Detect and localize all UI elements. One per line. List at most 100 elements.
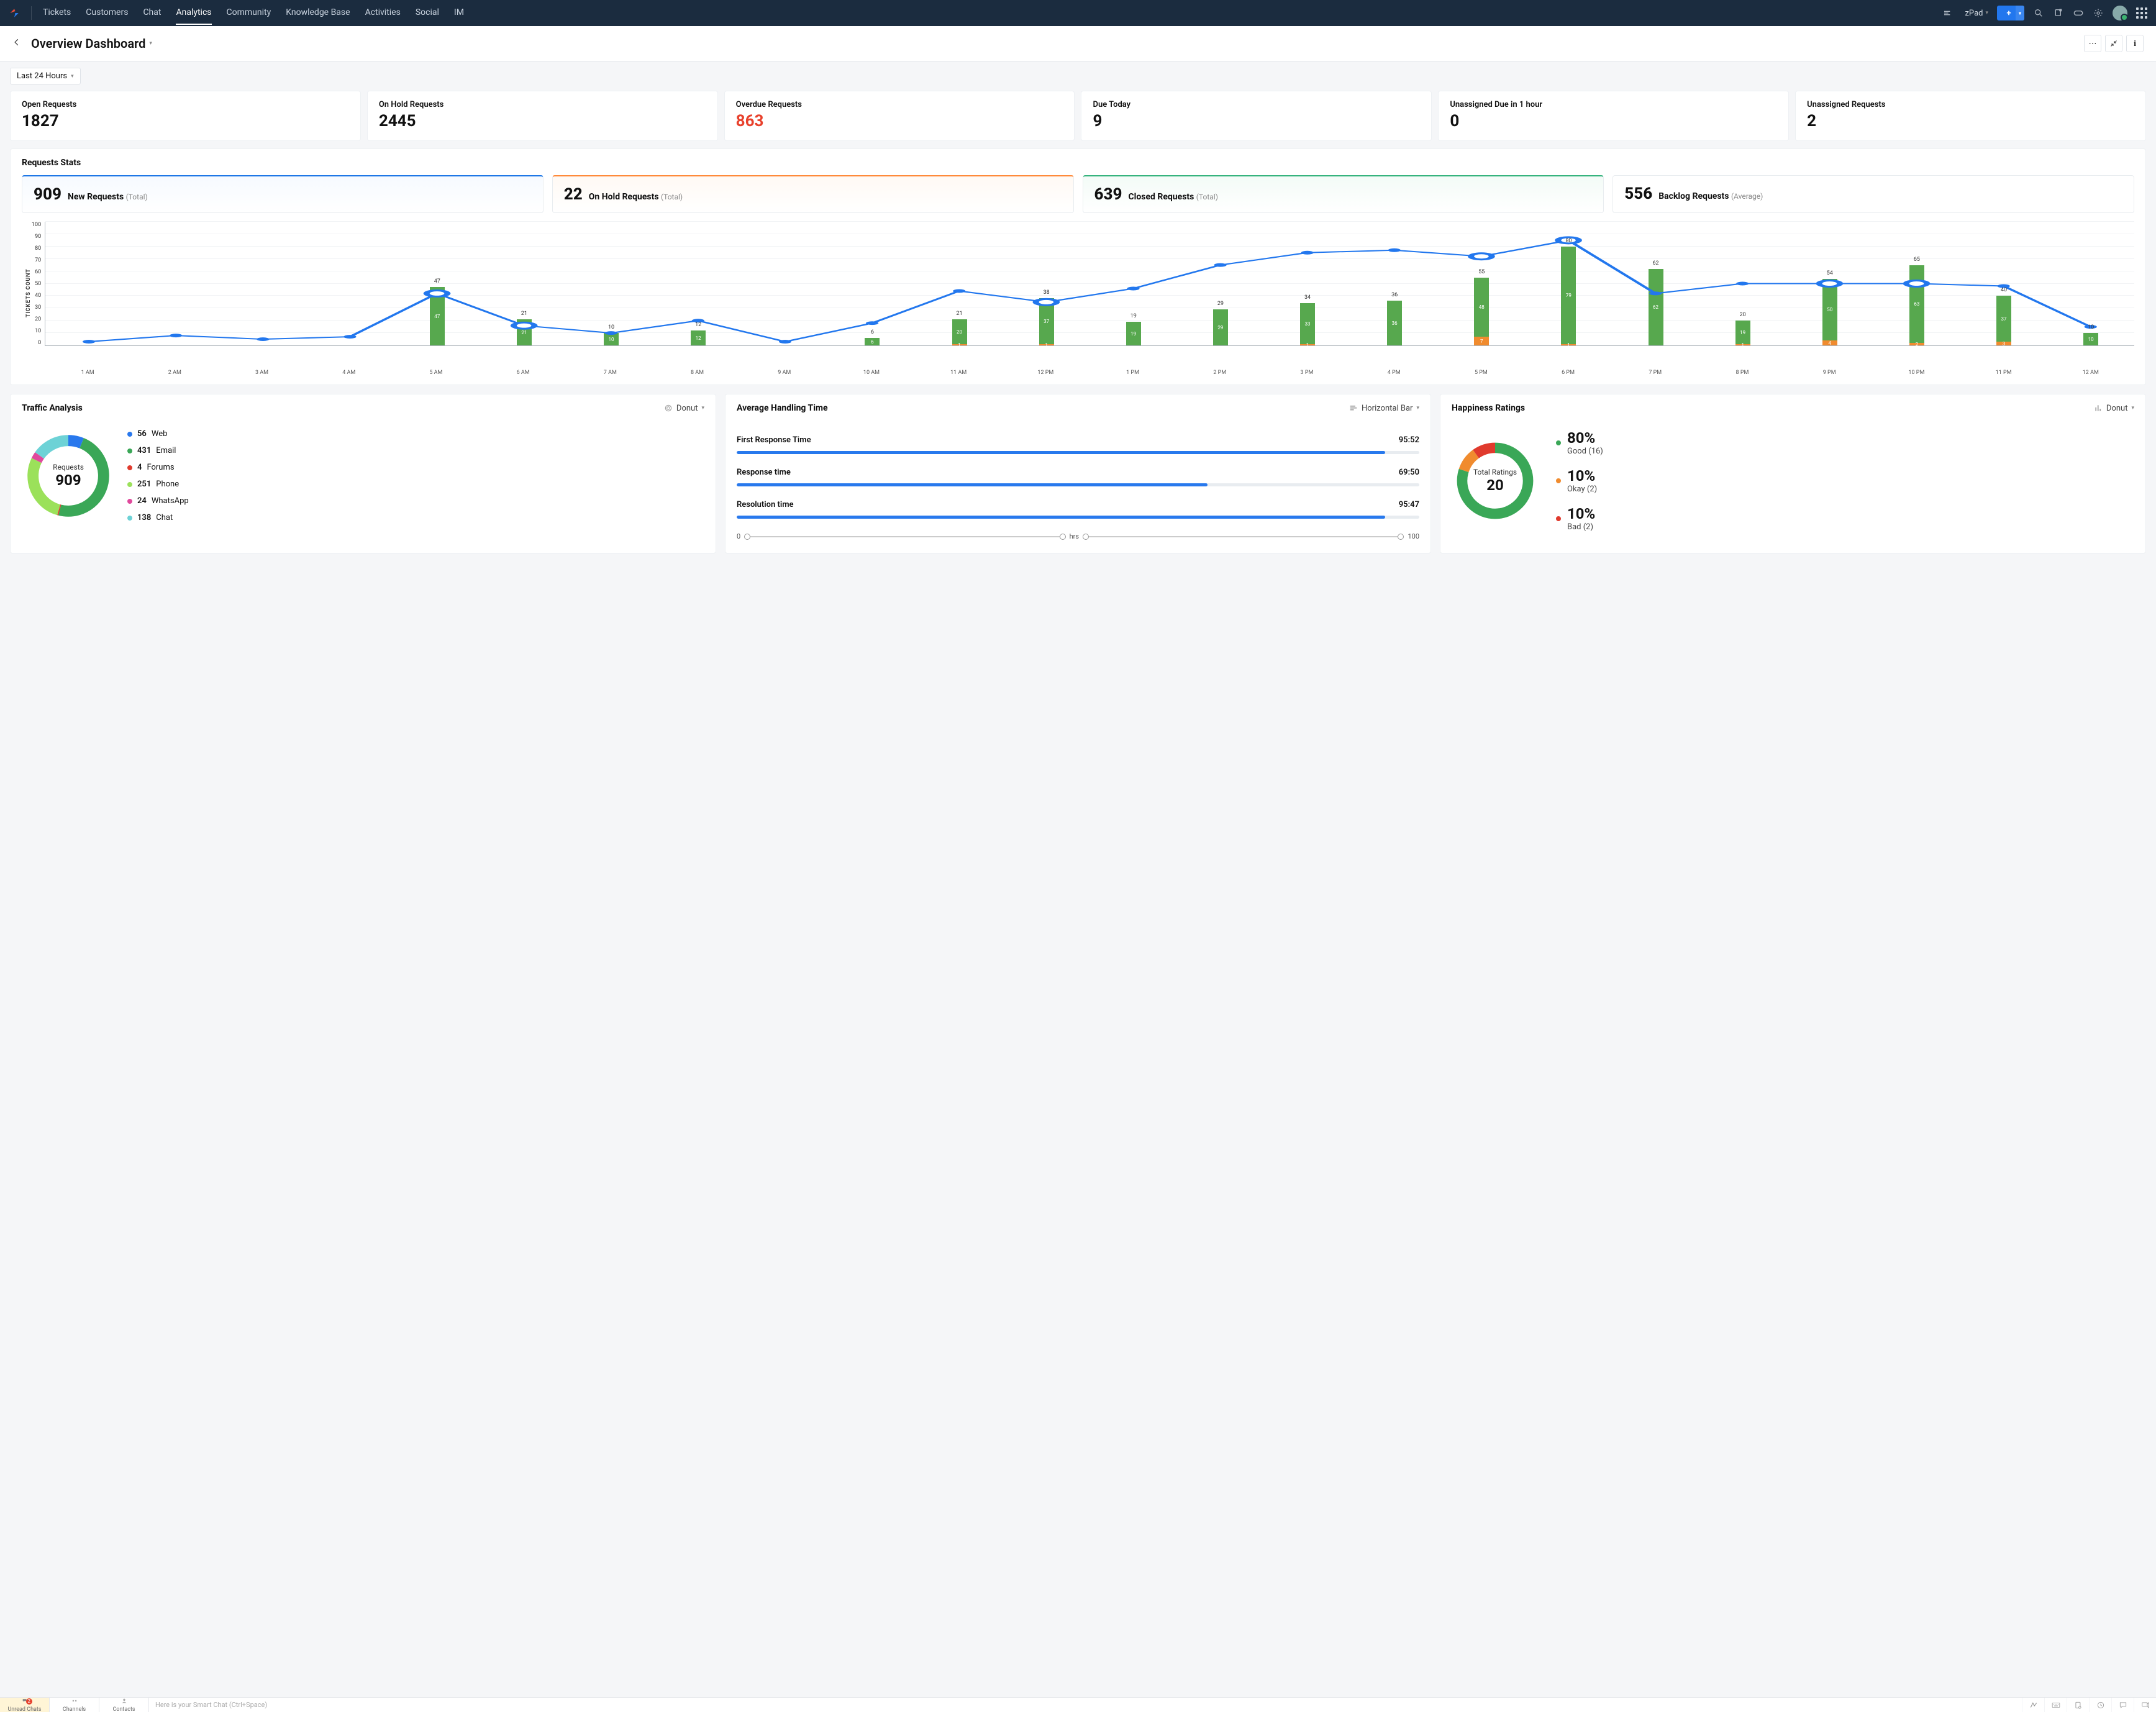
feedback-icon[interactable] xyxy=(2134,1698,2156,1712)
bar[interactable]: 20119 xyxy=(1735,321,1750,345)
nav-tab-analytics[interactable]: Analytics xyxy=(176,1,211,25)
chart-type-selector[interactable]: Horizontal Bar ▾ xyxy=(1349,404,1419,413)
kpi-card[interactable]: Overdue Requests863 xyxy=(724,91,1075,141)
nav-tab-customers[interactable]: Customers xyxy=(86,1,128,25)
nav-tab-community[interactable]: Community xyxy=(227,1,271,25)
statusbar-tab[interactable]: Channels xyxy=(50,1698,99,1712)
info-button[interactable]: i xyxy=(2126,35,2144,52)
legend-item[interactable]: 56 Web xyxy=(127,429,189,439)
panel-title: Requests Stats xyxy=(22,158,2134,168)
apps-grid-icon[interactable] xyxy=(2136,7,2147,19)
search-icon[interactable] xyxy=(2033,7,2044,19)
workspace-switcher[interactable]: zPad ▾ xyxy=(1965,9,1988,18)
mini-stat-card[interactable]: 22On Hold Requests (Total) xyxy=(552,175,1074,213)
mini-stat-card[interactable]: 909New Requests (Total) xyxy=(22,175,544,213)
gamepad-icon[interactable] xyxy=(2073,7,2084,19)
create-button[interactable]: + ▾ xyxy=(1997,6,2024,20)
bar[interactable]: 3636 xyxy=(1387,301,1402,345)
bar[interactable]: 4747 xyxy=(430,287,445,345)
page-header: Overview Dashboard ▾ ⋯ i xyxy=(0,26,2156,61)
notification-icon[interactable] xyxy=(2053,7,2064,19)
kpi-card[interactable]: Unassigned Due in 1 hour0 xyxy=(1438,91,1789,141)
chart-type-selector[interactable]: Donut ▾ xyxy=(664,404,704,413)
hbar-fill xyxy=(737,483,1208,486)
bar[interactable]: 38137 xyxy=(1039,298,1054,345)
bar-total-label: 65 xyxy=(1909,257,1924,263)
ytick: 40 xyxy=(32,293,41,299)
statusbar-tab[interactable]: 2Unread Chats xyxy=(0,1698,50,1712)
bar[interactable]: 2121 xyxy=(517,319,532,345)
legend-item[interactable]: 80%Good (16) xyxy=(1556,429,1603,456)
kpi-card[interactable]: On Hold Requests2445 xyxy=(367,91,718,141)
nav-tab-tickets[interactable]: Tickets xyxy=(43,1,71,25)
mini-label: New Requests (Total) xyxy=(68,192,148,202)
bar[interactable]: 1010 xyxy=(604,333,619,345)
mini-stat-card[interactable]: 556Backlog Requests (Average) xyxy=(1612,175,2134,213)
xtick: 10 AM xyxy=(828,365,915,376)
create-dropdown-toggle[interactable]: ▾ xyxy=(2016,6,2024,20)
range-slider[interactable] xyxy=(745,536,1064,537)
kpi-card[interactable]: Due Today9 xyxy=(1081,91,1432,141)
legend-item[interactable]: 4 Forums xyxy=(127,463,189,472)
bar-slot xyxy=(45,222,132,345)
bar[interactable]: 66 xyxy=(865,338,880,345)
bar[interactable]: 1010 xyxy=(2083,333,2098,345)
bar-seg-closed: 36 xyxy=(1387,301,1402,345)
zia-icon[interactable] xyxy=(2022,1698,2044,1712)
bar-seg-closed: 6 xyxy=(865,338,880,345)
bar[interactable]: 21120 xyxy=(952,319,967,345)
xtick: 4 PM xyxy=(1350,365,1437,376)
legend-item[interactable]: 138 Chat xyxy=(127,513,189,522)
bar-total-label: 12 xyxy=(691,322,706,328)
chevron-down-icon[interactable]: ▾ xyxy=(149,40,152,47)
bar[interactable]: 54450 xyxy=(1822,279,1837,345)
history-icon[interactable] xyxy=(2089,1698,2111,1712)
app-logo[interactable] xyxy=(9,7,20,19)
avatar[interactable] xyxy=(2113,6,2127,20)
chat-icon[interactable] xyxy=(2111,1698,2134,1712)
mini-stat-card[interactable]: 639Closed Requests (Total) xyxy=(1083,175,1604,213)
kpi-card[interactable]: Open Requests1827 xyxy=(10,91,361,141)
nav-tab-chat[interactable]: Chat xyxy=(143,1,161,25)
bar[interactable]: 55748 xyxy=(1474,278,1489,345)
overflow-menu-icon[interactable] xyxy=(1942,7,1954,19)
ytick: 70 xyxy=(32,257,41,263)
smart-chat-input[interactable]: Here is your Smart Chat (Ctrl+Space) xyxy=(149,1698,2022,1712)
chart-type-selector[interactable]: Donut ▾ xyxy=(2094,404,2134,413)
legend-item[interactable]: 251 Phone xyxy=(127,480,189,489)
bar[interactable]: 6262 xyxy=(1649,269,1663,345)
nav-tab-social[interactable]: Social xyxy=(416,1,439,25)
donut-center-value: 909 xyxy=(55,471,81,489)
bar-slot: 80179 xyxy=(1525,222,1612,345)
keyboard-icon[interactable] xyxy=(2044,1698,2067,1712)
legend-item[interactable]: 10%Bad (2) xyxy=(1556,505,1603,532)
statusbar-tab[interactable]: Contacts xyxy=(99,1698,149,1712)
legend-item[interactable]: 431 Email xyxy=(127,446,189,455)
more-actions-button[interactable]: ⋯ xyxy=(2084,35,2101,52)
bar[interactable]: 65263 xyxy=(1909,265,1924,345)
x-axis: 1 AM2 AM3 AM4 AM5 AM6 AM7 AM8 AM9 AM10 A… xyxy=(44,365,2134,376)
bar[interactable]: 40337 xyxy=(1996,296,2011,345)
chevron-down-icon: ▾ xyxy=(701,405,704,411)
bar[interactable]: 1212 xyxy=(691,330,706,345)
kpi-card[interactable]: Unassigned Requests2 xyxy=(1795,91,2146,141)
bar[interactable]: 2929 xyxy=(1213,309,1228,345)
bar[interactable]: 80179 xyxy=(1561,247,1576,345)
ytick: 100 xyxy=(32,222,41,228)
bar[interactable]: 34133 xyxy=(1300,303,1315,345)
back-icon[interactable] xyxy=(12,38,21,49)
nav-tab-activities[interactable]: Activities xyxy=(365,1,401,25)
bar[interactable]: 1919 xyxy=(1126,322,1141,345)
collapse-button[interactable] xyxy=(2105,35,2122,52)
range-slider[interactable] xyxy=(1084,536,1403,537)
gear-icon[interactable] xyxy=(2093,7,2104,19)
legend-item[interactable]: 10%Okay (2) xyxy=(1556,467,1603,494)
traffic-analysis-panel: Traffic Analysis Donut ▾ Requests 909 56… xyxy=(10,394,716,553)
traffic-legend: 56 Web 431 Email 4 Forums 251 Phone 24 Whats… xyxy=(127,429,189,522)
time-range-filter[interactable]: Last 24 Hours ▾ xyxy=(10,68,81,84)
nav-tab-knowledge-base[interactable]: Knowledge Base xyxy=(286,1,350,25)
mini-sublabel: (Total) xyxy=(126,193,148,201)
clipboard-icon[interactable] xyxy=(2067,1698,2089,1712)
nav-tab-im[interactable]: IM xyxy=(454,1,464,25)
legend-item[interactable]: 24 WhatsApp xyxy=(127,496,189,506)
